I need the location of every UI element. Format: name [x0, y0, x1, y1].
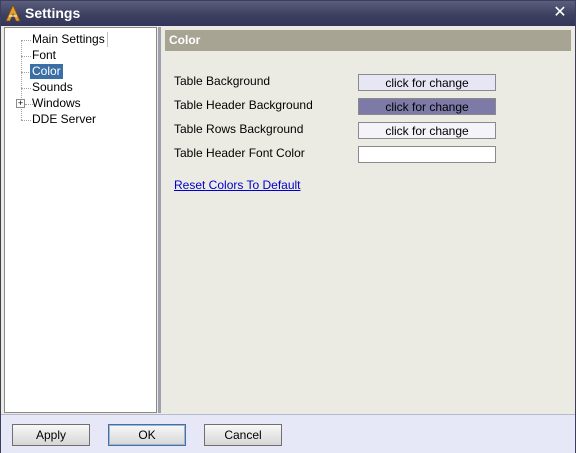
app-logo-icon — [5, 4, 21, 22]
apply-button[interactable]: Apply — [12, 424, 90, 446]
table-rows-background-label: Table Rows Background — [174, 122, 304, 136]
title-bar: Settings ✕ — [1, 1, 575, 26]
tree-connector — [21, 40, 22, 120]
close-icon[interactable]: ✕ — [551, 4, 569, 22]
cancel-button[interactable]: Cancel — [204, 424, 282, 446]
tree-item-dde-server[interactable]: DDE Server — [32, 112, 96, 127]
table-rows-background-color-button[interactable]: click for change — [358, 122, 496, 139]
tree-connector — [21, 40, 31, 41]
table-header-background-color-button[interactable]: click for change — [358, 98, 496, 115]
ok-button[interactable]: OK — [108, 424, 186, 446]
tree-connector — [21, 88, 31, 89]
tree-connector — [21, 120, 31, 121]
button-bar: Apply OK Cancel — [1, 414, 575, 453]
color-settings-panel: Color Table Background click for change … — [162, 27, 575, 413]
table-background-color-button[interactable]: click for change — [358, 74, 496, 91]
table-header-font-color-button[interactable] — [358, 146, 496, 163]
section-title: Color — [165, 30, 571, 51]
table-header-font-color-label: Table Header Font Color — [174, 146, 305, 160]
panel-splitter[interactable] — [158, 27, 161, 413]
reset-colors-link[interactable]: Reset Colors To Default — [174, 178, 301, 192]
tree-item-main-settings[interactable]: Main Settings — [32, 32, 108, 47]
settings-tree[interactable]: Main Settings Font Color Sounds + Window… — [4, 27, 157, 413]
settings-window: Settings ✕ Main Settings Font Color Soun… — [0, 0, 576, 453]
table-header-background-label: Table Header Background — [174, 98, 313, 112]
tree-item-font[interactable]: Font — [32, 48, 56, 63]
table-background-label: Table Background — [174, 74, 271, 88]
tree-item-windows[interactable]: Windows — [32, 96, 81, 111]
window-title: Settings — [25, 5, 81, 21]
tree-expand-icon[interactable]: + — [16, 99, 25, 108]
tree-connector — [21, 56, 31, 57]
tree-item-color[interactable]: Color — [30, 64, 63, 79]
tree-item-sounds[interactable]: Sounds — [32, 80, 73, 95]
